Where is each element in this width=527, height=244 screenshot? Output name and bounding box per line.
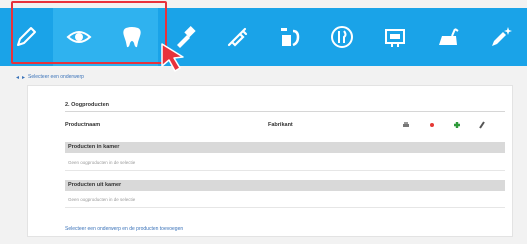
group-header-uit-kamer: Producten uit kamer (65, 180, 505, 191)
col-brand: Fabrikant (268, 122, 293, 128)
col-product-name: Productnaam (65, 122, 101, 128)
picture-icon (385, 29, 406, 47)
tv-toy-icon (438, 28, 459, 45)
fork-knife-icon (331, 26, 354, 48)
section-title: 2. Oogproducten (65, 102, 109, 108)
tool-fork-knife[interactable] (316, 8, 369, 66)
group-empty-text: Geen oogproducten in de selectie (68, 160, 136, 165)
row-divider (65, 207, 505, 208)
highlight-box (11, 1, 167, 64)
table-header: Productnaam Fabrikant (65, 121, 505, 131)
add-icon[interactable] (453, 121, 461, 129)
tool-pencil-sparkle[interactable] (474, 8, 527, 66)
breadcrumb-text[interactable]: Selecteer een onderwerp (28, 74, 84, 80)
tool-picture[interactable] (369, 8, 422, 66)
row-divider (65, 170, 505, 171)
breadcrumb[interactable]: ◂ ▸ Selecteer een onderwerp (16, 71, 84, 83)
pointer-arrow-icon (161, 43, 184, 72)
breadcrumb-arrow-icon: ◂ (16, 74, 20, 81)
print-icon[interactable] (402, 121, 410, 129)
tool-syringe[interactable] (211, 8, 264, 66)
footer-link[interactable]: Selecteer een onderwerp en de producten … (65, 226, 183, 232)
group-empty-text: Geen oogproducten in de selectie (68, 197, 136, 202)
edit-icon[interactable] (478, 121, 486, 129)
breadcrumb-caret-icon: ▸ (22, 74, 26, 81)
content-panel: 2. Oogproducten Productnaam Fabrikant Pr… (27, 85, 513, 237)
tool-cup-brush[interactable] (263, 8, 316, 66)
syringe-icon (227, 27, 248, 47)
group-header-in-kamer: Producten in kamer (65, 142, 505, 153)
app-window: ◂ ▸ Selecteer een onderwerp 2. Oogproduc… (0, 0, 527, 244)
pencil-sparkle-icon (491, 27, 512, 46)
delete-icon[interactable] (428, 121, 436, 129)
section-divider (65, 111, 505, 112)
tool-tv-toy[interactable] (422, 8, 475, 66)
cup-brush-icon (280, 28, 300, 47)
